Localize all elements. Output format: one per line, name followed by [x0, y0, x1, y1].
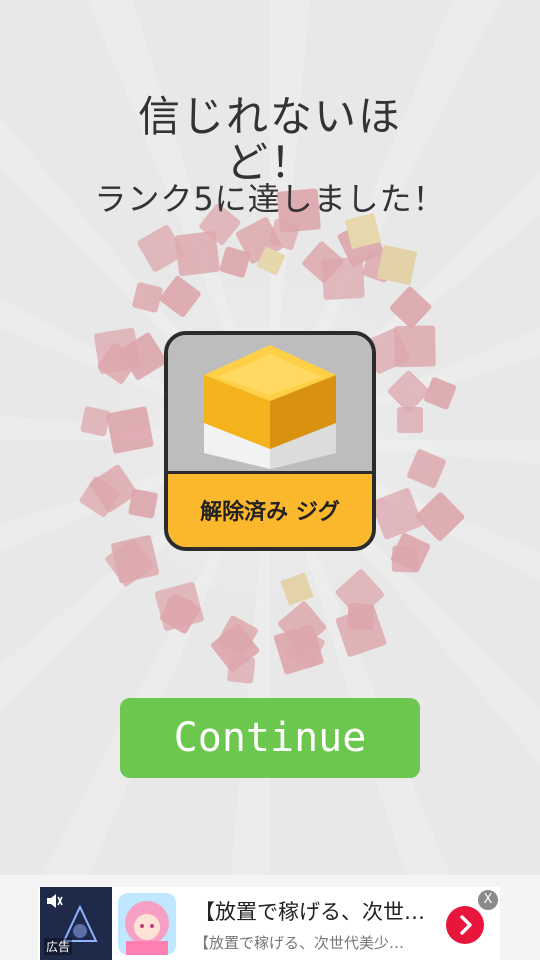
ad-close-button[interactable]: X [478, 890, 498, 910]
continue-button[interactable]: Continue [120, 698, 420, 778]
ad-app-icon[interactable] [118, 893, 176, 955]
ad-video-thumbnail[interactable]: 広告 [40, 887, 112, 960]
ad-title[interactable]: 【放置で稼げる、次世… [194, 896, 444, 926]
jig-block-icon [168, 335, 372, 471]
chevron-right-icon [460, 915, 472, 935]
anime-girl-icon [118, 893, 176, 955]
unlocked-item-label: 解除済み ジグ [168, 471, 372, 547]
rank-up-message: ランク5に達しました！ [94, 180, 446, 218]
result-title: 信じれないほど！ [137, 92, 402, 187]
ad-description[interactable]: 【放置で稼げる、次世代美少… [194, 932, 439, 953]
ad-badge: 広告 [44, 938, 73, 955]
ad-open-button[interactable] [446, 906, 484, 944]
unlocked-item-card: 解除済み ジグ [164, 331, 376, 551]
